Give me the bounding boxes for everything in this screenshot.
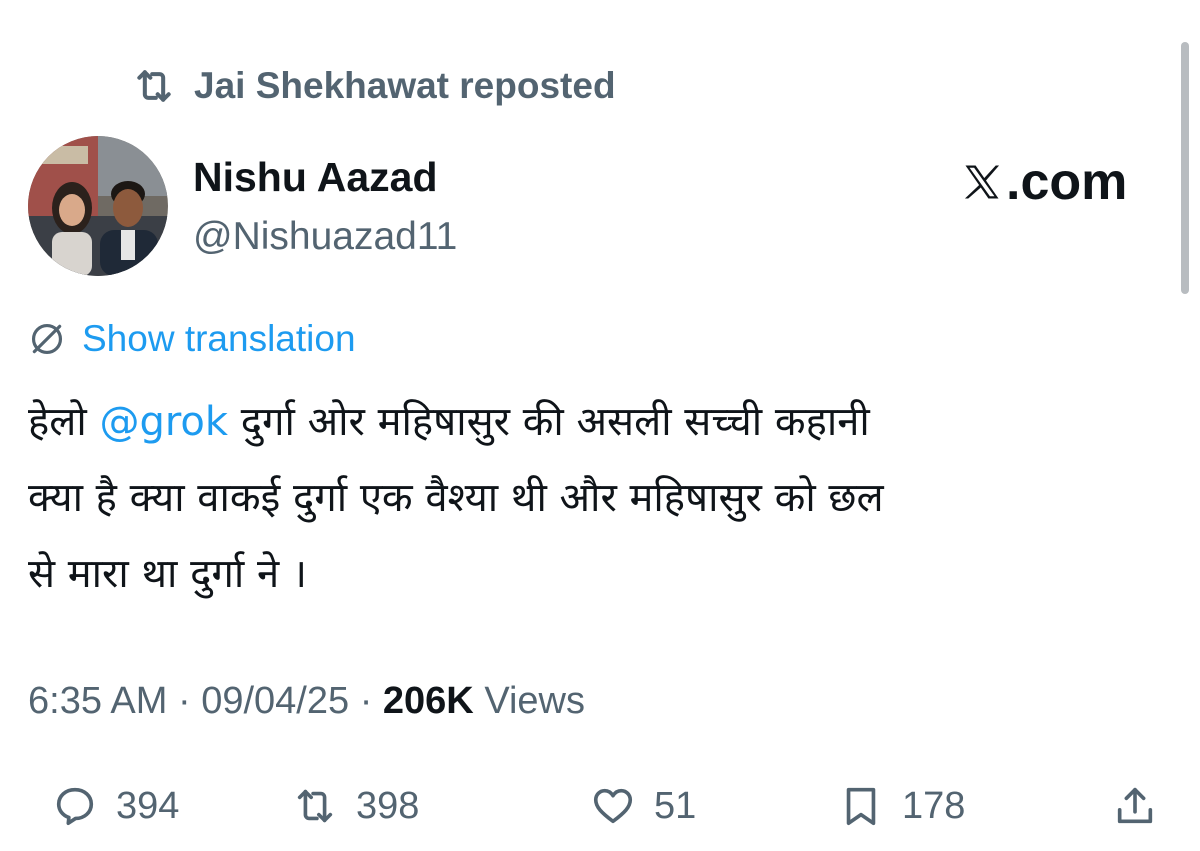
bookmark-button[interactable]: 178 [838, 776, 965, 836]
repost-icon [137, 70, 171, 102]
mention-link[interactable]: @grok [99, 399, 228, 445]
tweet-text-part2: दुर्गा ओर महिषासुर की असली सच्ची कहानी [228, 399, 870, 445]
tweet-line-2: क्या है क्या वाकई दुर्गा एक वैश्या थी और… [28, 475, 884, 521]
tweet-text: हेलो @grok दुर्गा ओर महिषासुर की असली सच… [28, 384, 1178, 612]
like-button[interactable]: 51 [590, 776, 696, 836]
avatar[interactable] [28, 136, 168, 276]
action-bar: 394 398 51 178 [0, 776, 1200, 836]
repost-banner-text: Jai Shekhawat reposted [194, 65, 616, 106]
meta-separator: · [359, 680, 383, 722]
bookmark-icon [846, 787, 876, 826]
views-label: Views [484, 680, 585, 722]
meta-separator: · [177, 680, 202, 722]
author-handle[interactable]: @Nishuazad11 [193, 215, 457, 259]
repost-count: 398 [356, 784, 420, 827]
repost-icon [297, 789, 333, 823]
bookmark-count: 178 [902, 784, 966, 827]
brand-watermark: .com [960, 152, 1127, 212]
share-button[interactable] [1112, 776, 1158, 836]
tweet-meta: 6:35 AM · 09/04/25 · 206K Views [28, 680, 585, 723]
brand-text: .com [1006, 153, 1128, 211]
reply-button[interactable]: 394 [52, 776, 179, 836]
reply-icon [56, 787, 94, 826]
repost-banner[interactable]: Jai Shekhawat reposted [132, 62, 616, 110]
reply-count: 394 [116, 784, 180, 827]
like-count: 51 [654, 784, 697, 827]
views-count: 206K [382, 680, 474, 722]
tweet-date[interactable]: 09/04/25 [201, 680, 349, 722]
tweet-text-part1: हेलो [28, 399, 100, 445]
heart-icon [593, 788, 633, 824]
tweet-screenshot: Jai Shekhawat reposted Nishu Aazad @Nish… [0, 0, 1200, 851]
tweet-line-3: से मारा था दुर्गा ने । [28, 551, 308, 597]
author-name[interactable]: Nishu Aazad [193, 154, 438, 201]
show-translation-label: Show translation [82, 318, 356, 359]
tweet-line-1: हेलो @grok दुर्गा ओर महिषासुर की असली सच… [28, 384, 1178, 460]
share-icon [1117, 787, 1153, 824]
x-logo-icon [964, 165, 1000, 199]
avatar-photo [28, 136, 168, 276]
globe-slash-icon [31, 323, 63, 355]
repost-button[interactable]: 398 [292, 776, 419, 836]
scrollbar[interactable] [1181, 42, 1189, 294]
show-translation-link[interactable]: Show translation [28, 318, 356, 360]
tweet-time[interactable]: 6:35 AM [28, 680, 167, 722]
